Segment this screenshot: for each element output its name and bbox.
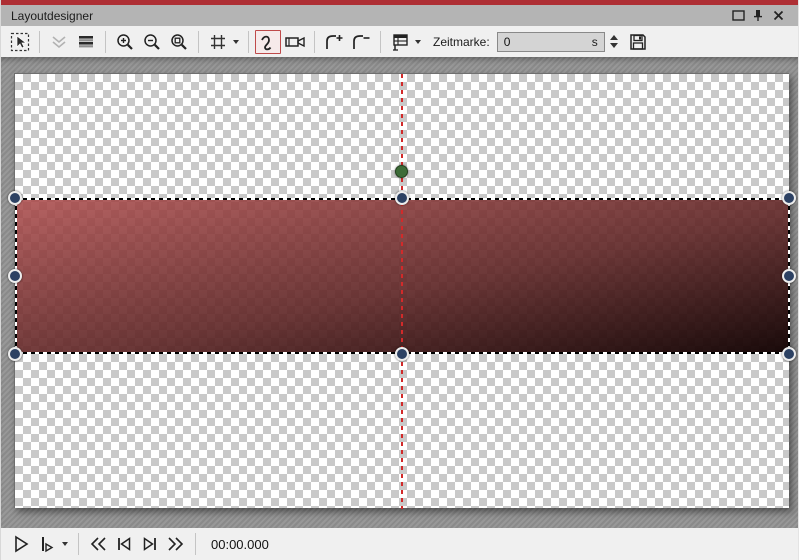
path-remove-button[interactable]	[348, 30, 374, 54]
zoom-fit-icon	[169, 32, 189, 52]
zeitmarke-input[interactable]	[504, 35, 592, 49]
skip-back-button[interactable]	[86, 532, 110, 556]
marker-table-button[interactable]	[387, 30, 413, 54]
toolbar-separator	[380, 31, 381, 53]
timecode-display: 00:00.000	[211, 537, 269, 552]
camera-button[interactable]	[282, 30, 308, 54]
pin-icon	[752, 9, 764, 22]
save-button[interactable]	[625, 30, 651, 54]
handle-bottom-center[interactable]	[395, 347, 409, 361]
handle-top-left[interactable]	[8, 191, 22, 205]
step-back-icon	[114, 534, 134, 554]
marker-dropdown-caret[interactable]	[415, 40, 421, 44]
handle-top-right[interactable]	[782, 191, 796, 205]
spinner-up-icon[interactable]	[610, 35, 618, 40]
marker-table-icon	[390, 32, 410, 52]
grid-dropdown-caret[interactable]	[233, 40, 239, 44]
step-back-button[interactable]	[112, 532, 136, 556]
transport-bar: 00:00.000	[1, 528, 798, 560]
path-remove-icon	[350, 32, 372, 52]
layers-icon	[76, 32, 96, 52]
select-tool-icon	[10, 32, 30, 52]
transport-separator	[78, 533, 79, 555]
handle-top-center[interactable]	[395, 191, 409, 205]
step-forward-button[interactable]	[138, 532, 162, 556]
zoom-in-button[interactable]	[112, 30, 138, 54]
play-from-dropdown-caret[interactable]	[62, 542, 68, 546]
restore-icon	[732, 10, 745, 21]
path-add-button[interactable]	[321, 30, 347, 54]
zoom-out-icon	[142, 32, 162, 52]
curve-tool-button[interactable]	[255, 30, 281, 54]
zoom-out-button[interactable]	[139, 30, 165, 54]
toolbar-separator	[198, 31, 199, 53]
play-icon	[11, 534, 31, 554]
timeline-marker-line	[401, 74, 403, 509]
zoom-in-icon	[115, 32, 135, 52]
select-tool-button[interactable]	[7, 30, 33, 54]
path-add-icon	[323, 32, 345, 52]
skip-back-icon	[88, 534, 108, 554]
handle-bottom-left[interactable]	[8, 347, 22, 361]
handle-middle-right[interactable]	[782, 269, 796, 283]
grid-button[interactable]	[205, 30, 231, 54]
zoom-fit-button[interactable]	[166, 30, 192, 54]
play-button[interactable]	[9, 532, 33, 556]
save-icon	[628, 32, 648, 52]
restore-button[interactable]	[728, 7, 748, 25]
handle-bottom-right[interactable]	[782, 347, 796, 361]
close-icon	[773, 10, 784, 21]
workspace	[1, 57, 798, 528]
titlebar[interactable]: Layoutdesigner	[1, 5, 798, 26]
curve-tool-icon	[258, 32, 278, 52]
zeitmarke-field[interactable]: s	[497, 32, 605, 52]
grid-icon	[208, 32, 228, 52]
step-forward-icon	[140, 534, 160, 554]
toolbar-separator	[248, 31, 249, 53]
skip-forward-button[interactable]	[164, 532, 188, 556]
skip-forward-icon	[166, 534, 186, 554]
transport-separator	[195, 533, 196, 555]
chevron-double-down-button[interactable]	[46, 30, 72, 54]
rotation-handle[interactable]	[395, 165, 408, 178]
main-toolbar: Zeitmarke: s	[1, 26, 798, 57]
camera-icon	[284, 32, 306, 52]
handle-middle-left[interactable]	[8, 269, 22, 283]
zeitmarke-spinner[interactable]	[610, 35, 618, 48]
design-canvas[interactable]	[14, 73, 789, 508]
toolbar-separator	[314, 31, 315, 53]
zeitmarke-unit: s	[592, 35, 598, 49]
window-title: Layoutdesigner	[11, 9, 93, 23]
chevron-double-down-icon	[49, 32, 69, 52]
zeitmarke-label: Zeitmarke:	[433, 35, 490, 49]
play-from-button[interactable]	[35, 532, 59, 556]
close-button[interactable]	[768, 7, 788, 25]
toolbar-separator	[105, 31, 106, 53]
toolbar-separator	[39, 31, 40, 53]
layoutdesigner-window: Layoutdesigner	[0, 0, 799, 560]
layers-button[interactable]	[73, 30, 99, 54]
play-from-icon	[39, 534, 55, 554]
spinner-down-icon[interactable]	[610, 43, 618, 48]
pin-button[interactable]	[748, 7, 768, 25]
